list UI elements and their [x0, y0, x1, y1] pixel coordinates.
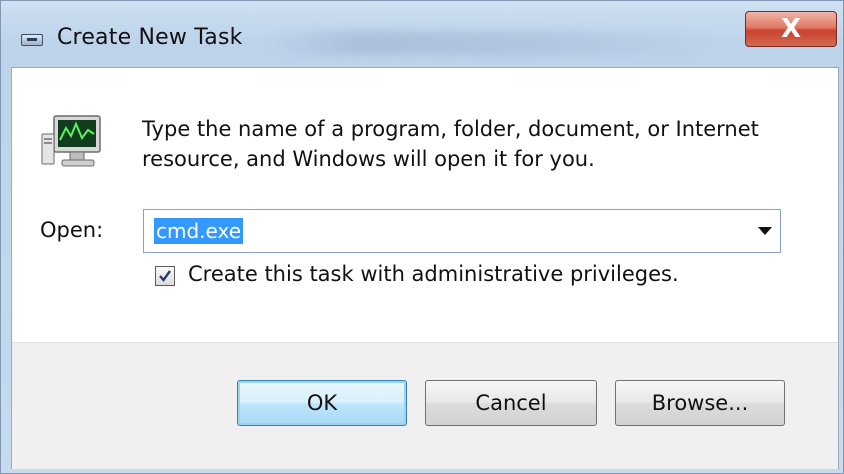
dialog-window: Create New Task X Type the name of a pro… — [0, 0, 844, 474]
ok-button[interactable]: OK — [237, 380, 407, 426]
instruction-text: Type the name of a program, folder, docu… — [142, 114, 802, 174]
instruction-line-2: resource, and Windows will open it for y… — [142, 147, 595, 171]
title-bar-background-blur — [271, 31, 711, 55]
title-bar[interactable]: Create New Task X — [1, 1, 843, 65]
chevron-down-icon[interactable] — [758, 227, 772, 235]
checkmark-icon — [159, 270, 171, 282]
instruction-line-1: Type the name of a program, folder, docu… — [142, 117, 759, 141]
close-icon: X — [780, 14, 802, 44]
window-title: Create New Task — [57, 25, 243, 50]
cancel-button[interactable]: Cancel — [425, 380, 597, 426]
open-label: Open: — [40, 218, 104, 242]
dialog-body: Type the name of a program, folder, docu… — [11, 67, 839, 469]
run-dialog-icon — [21, 34, 43, 46]
browse-button[interactable]: Browse... — [615, 380, 785, 426]
close-button[interactable]: X — [745, 11, 837, 47]
admin-privileges-checkbox[interactable] — [155, 266, 175, 286]
computer-monitor-icon — [41, 115, 101, 167]
admin-privileges-label[interactable]: Create this task with administrative pri… — [188, 262, 679, 286]
open-input-value[interactable]: cmd.exe — [154, 218, 244, 244]
open-combobox[interactable]: cmd.exe — [143, 209, 781, 253]
